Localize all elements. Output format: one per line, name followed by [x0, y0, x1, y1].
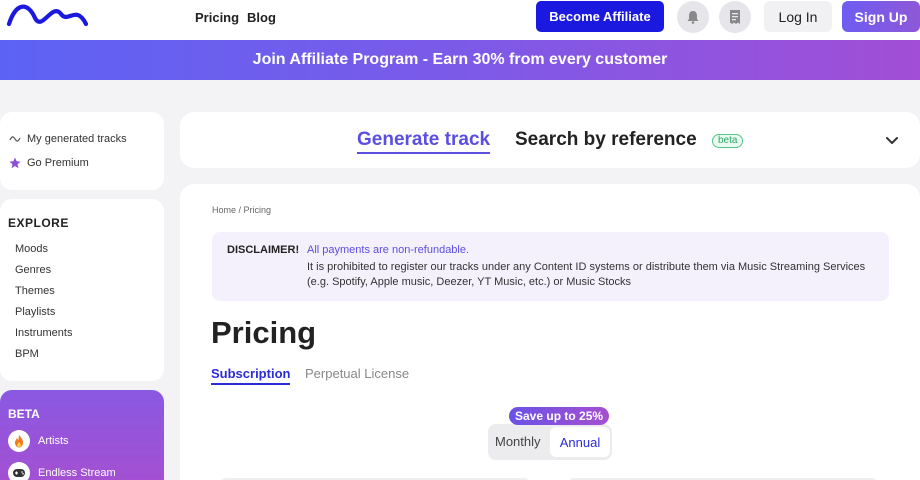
gamepad-icon — [8, 462, 30, 480]
sidebar-account-card: My generated tracks Go Premium — [0, 112, 164, 190]
disclaimer-box: DISCLAIMER! All payments are non-refunda… — [212, 232, 889, 301]
nav-link-blog[interactable]: Blog — [247, 10, 276, 25]
breadcrumb[interactable]: Home / Pricing — [212, 205, 271, 215]
notifications-button[interactable] — [677, 1, 709, 33]
sidebar-item-label: My generated tracks — [27, 133, 127, 145]
explore-heading: EXPLORE — [8, 216, 69, 230]
receipt-button[interactable] — [719, 1, 751, 33]
sidebar-item-endless-stream[interactable]: Endless Stream — [8, 462, 116, 480]
sidebar-item-genres[interactable]: Genres — [15, 264, 51, 276]
login-button[interactable]: Log In — [764, 1, 832, 32]
sidebar-beta-card: BETA Artists Endless Stream — [0, 390, 164, 480]
disclaimer-text: It is prohibited to register our tracks … — [307, 261, 866, 288]
pricing-card: Home / Pricing DISCLAIMER! All payments … — [180, 184, 920, 480]
top-navigation: Pricing Blog Become Affiliate Log In Sig… — [0, 0, 920, 40]
sidebar-item-label: Artists — [38, 435, 69, 447]
sidebar-explore-card: EXPLORE Moods Genres Themes Playlists In… — [0, 199, 164, 381]
affiliate-banner[interactable]: Join Affiliate Program - Earn 30% from e… — [0, 40, 920, 80]
billing-period-toggle: Monthly Annual — [488, 424, 612, 460]
sidebar-item-go-premium[interactable]: Go Premium — [9, 157, 89, 169]
sidebar-item-artists[interactable]: Artists — [8, 430, 69, 452]
sidebar-item-generated-tracks[interactable]: My generated tracks — [9, 133, 127, 145]
tab-search-by-reference[interactable]: Search by reference — [515, 129, 697, 151]
nav-link-pricing[interactable]: Pricing — [195, 10, 239, 25]
chevron-down-icon[interactable] — [883, 131, 901, 149]
beta-badge: beta — [712, 134, 744, 148]
tab-perpetual-license[interactable]: Perpetual License — [305, 366, 409, 381]
billing-option-annual[interactable]: Annual — [550, 427, 610, 457]
star-icon — [9, 157, 21, 169]
receipt-icon — [730, 10, 740, 24]
beta-heading: BETA — [8, 407, 40, 421]
disclaimer-refund-note: All payments are non-refundable. — [307, 244, 470, 256]
generate-header-card: Generate track Search by reference beta — [180, 112, 920, 168]
billing-option-monthly[interactable]: Monthly — [495, 434, 541, 449]
sidebar-item-label: Endless Stream — [38, 467, 116, 479]
bell-icon — [687, 11, 699, 24]
wave-icon — [9, 136, 21, 142]
signup-button[interactable]: Sign Up — [842, 1, 920, 32]
logo-wave-icon[interactable] — [6, 4, 90, 30]
sidebar-item-themes[interactable]: Themes — [15, 285, 55, 297]
sidebar-item-bpm[interactable]: BPM — [15, 348, 39, 360]
fire-icon — [8, 430, 30, 452]
sidebar-item-playlists[interactable]: Playlists — [15, 306, 55, 318]
banner-text: Join Affiliate Program - Earn 30% from e… — [252, 51, 668, 68]
save-badge: Save up to 25% — [509, 407, 610, 425]
page-title: Pricing — [211, 315, 317, 350]
sidebar-item-label: Go Premium — [27, 157, 89, 169]
disclaimer-label: DISCLAIMER! — [227, 244, 300, 256]
sidebar-item-instruments[interactable]: Instruments — [15, 327, 72, 339]
sidebar-item-moods[interactable]: Moods — [15, 243, 48, 255]
tab-generate-track[interactable]: Generate track — [357, 129, 491, 154]
tab-subscription[interactable]: Subscription — [211, 366, 291, 385]
become-affiliate-button[interactable]: Become Affiliate — [536, 1, 664, 32]
